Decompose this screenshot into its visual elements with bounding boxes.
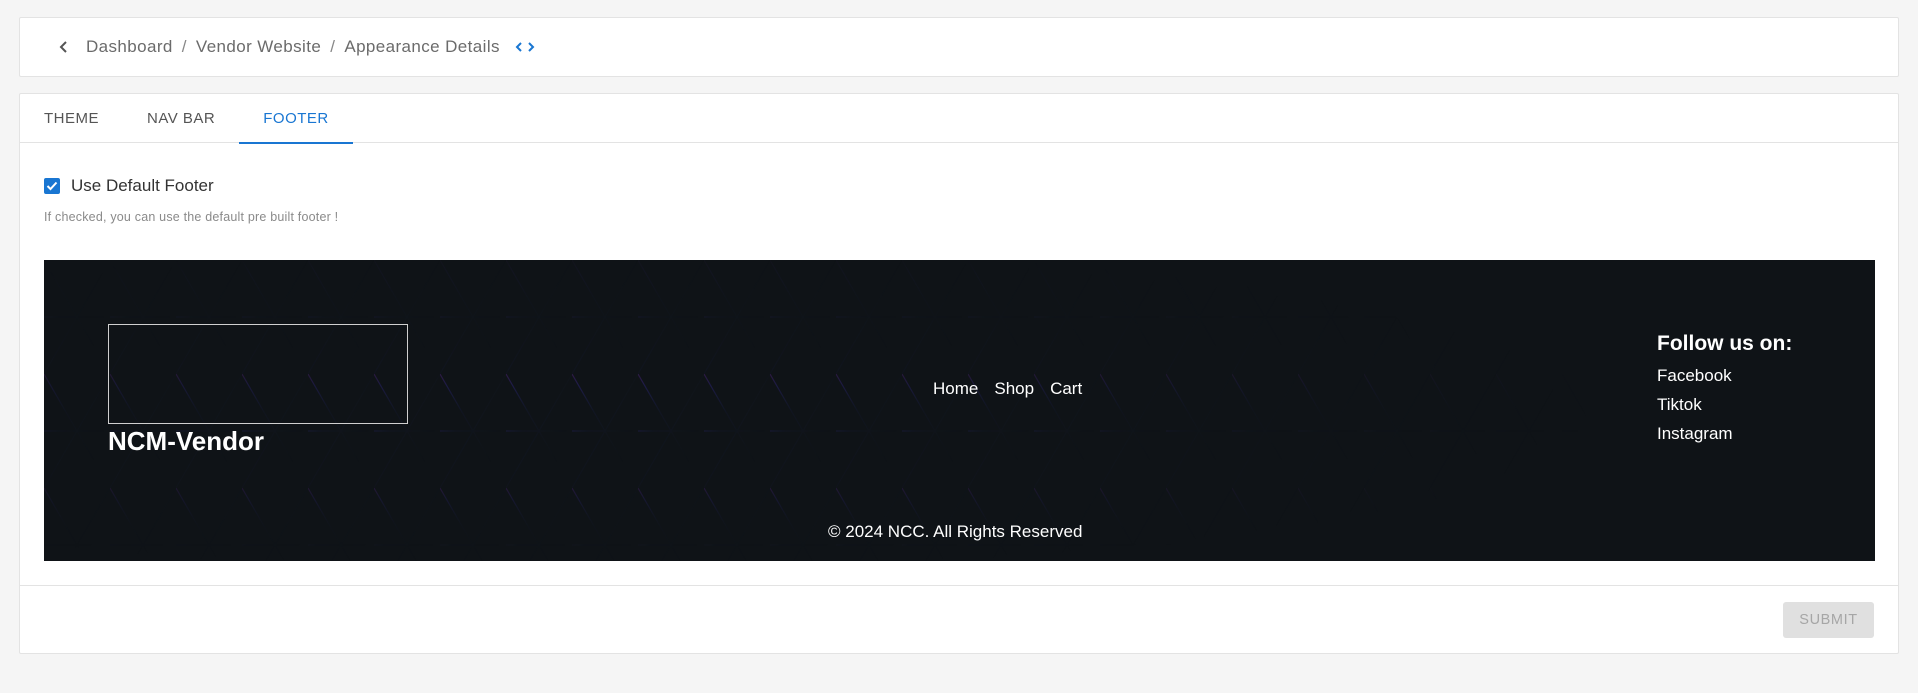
breadcrumb-dashboard[interactable]: Dashboard bbox=[86, 37, 173, 57]
breadcrumb-bar: Dashboard / Vendor Website / Appearance … bbox=[19, 17, 1899, 77]
footer-nav: Home Shop Cart bbox=[933, 379, 1082, 399]
use-default-footer-label: Use Default Footer bbox=[71, 176, 214, 195]
use-default-footer-checkbox[interactable]: Use Default Footer bbox=[44, 176, 214, 196]
tab-nav-bar[interactable]: NAV BAR bbox=[123, 94, 239, 143]
check-icon bbox=[46, 181, 58, 191]
tab-footer[interactable]: FOOTER bbox=[239, 94, 353, 144]
footer-link-shop[interactable]: Shop bbox=[994, 379, 1034, 399]
breadcrumb-separator: / bbox=[330, 37, 336, 56]
back-button[interactable] bbox=[50, 33, 78, 61]
divider bbox=[20, 585, 1898, 586]
footer-link-cart[interactable]: Cart bbox=[1050, 379, 1082, 399]
breadcrumb-appearance-details: Appearance Details bbox=[344, 37, 500, 56]
submit-button[interactable]: SUBMIT bbox=[1783, 602, 1874, 638]
social-link-instagram[interactable]: Instagram bbox=[1657, 424, 1792, 444]
footer-link-home[interactable]: Home bbox=[933, 379, 978, 399]
social-link-facebook[interactable]: Facebook bbox=[1657, 366, 1792, 386]
checkbox-checked[interactable] bbox=[44, 178, 60, 194]
breadcrumb: Dashboard / Vendor Website / Appearance … bbox=[86, 37, 500, 57]
breadcrumb-vendor-website[interactable]: Vendor Website bbox=[196, 37, 321, 57]
social-link-tiktok[interactable]: Tiktok bbox=[1657, 395, 1792, 415]
follow-title: Follow us on: bbox=[1657, 332, 1793, 355]
logo-placeholder bbox=[108, 324, 408, 424]
footer-preview: NCM-Vendor Home Shop Cart Follow us on: … bbox=[44, 260, 1875, 561]
appearance-card: THEME NAV BAR FOOTER Use Default Footer … bbox=[19, 93, 1899, 654]
social-section: Follow us on: Facebook Tiktok Instagram bbox=[1657, 332, 1792, 453]
code-icon[interactable] bbox=[514, 40, 536, 54]
tab-bar: THEME NAV BAR FOOTER bbox=[20, 94, 1898, 144]
tab-theme[interactable]: THEME bbox=[20, 94, 123, 143]
brand-name: NCM-Vendor bbox=[108, 426, 264, 456]
breadcrumb-separator: / bbox=[181, 37, 187, 56]
chevron-left-icon bbox=[59, 41, 67, 53]
helper-text: If checked, you can use the default pre … bbox=[44, 210, 339, 224]
copyright-text: © 2024 NCC. All Rights Reserved bbox=[828, 522, 1083, 541]
